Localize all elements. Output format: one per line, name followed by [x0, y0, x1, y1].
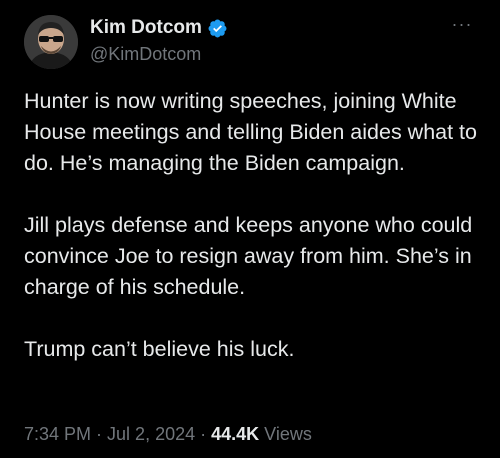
- meta-separator: ·: [96, 424, 103, 444]
- tweet-date[interactable]: Jul 2, 2024: [107, 424, 195, 445]
- author-handle[interactable]: @KimDotcom: [90, 44, 201, 65]
- tweet-paragraph: Trump can’t believe his luck.: [24, 337, 295, 361]
- avatar[interactable]: [24, 15, 78, 69]
- meta-separator: ·: [200, 424, 207, 444]
- views-label: Views: [264, 424, 312, 444]
- profile-photo-icon: [24, 15, 78, 69]
- tweet-paragraph: Jill plays defense and keeps anyone who …: [24, 213, 473, 299]
- more-options-button[interactable]: ···: [448, 14, 476, 34]
- tweet-time[interactable]: 7:34 PM: [24, 424, 91, 445]
- views-count: 44.4K: [211, 424, 260, 444]
- tweet: Kim Dotcom @KimDotcom ··· Hunter is now …: [0, 0, 500, 458]
- more-horizontal-icon: ···: [451, 14, 473, 34]
- tweet-text: Hunter is now writing speeches, joining …: [24, 86, 484, 365]
- author-name-row: Kim Dotcom: [90, 16, 228, 40]
- author-display-name[interactable]: Kim Dotcom: [90, 17, 202, 39]
- tweet-meta: 7:34 PM · Jul 2, 2024 · 44.4K Views: [24, 424, 312, 445]
- tweet-paragraph: Hunter is now writing speeches, joining …: [24, 89, 477, 175]
- verified-badge-icon: [207, 18, 228, 39]
